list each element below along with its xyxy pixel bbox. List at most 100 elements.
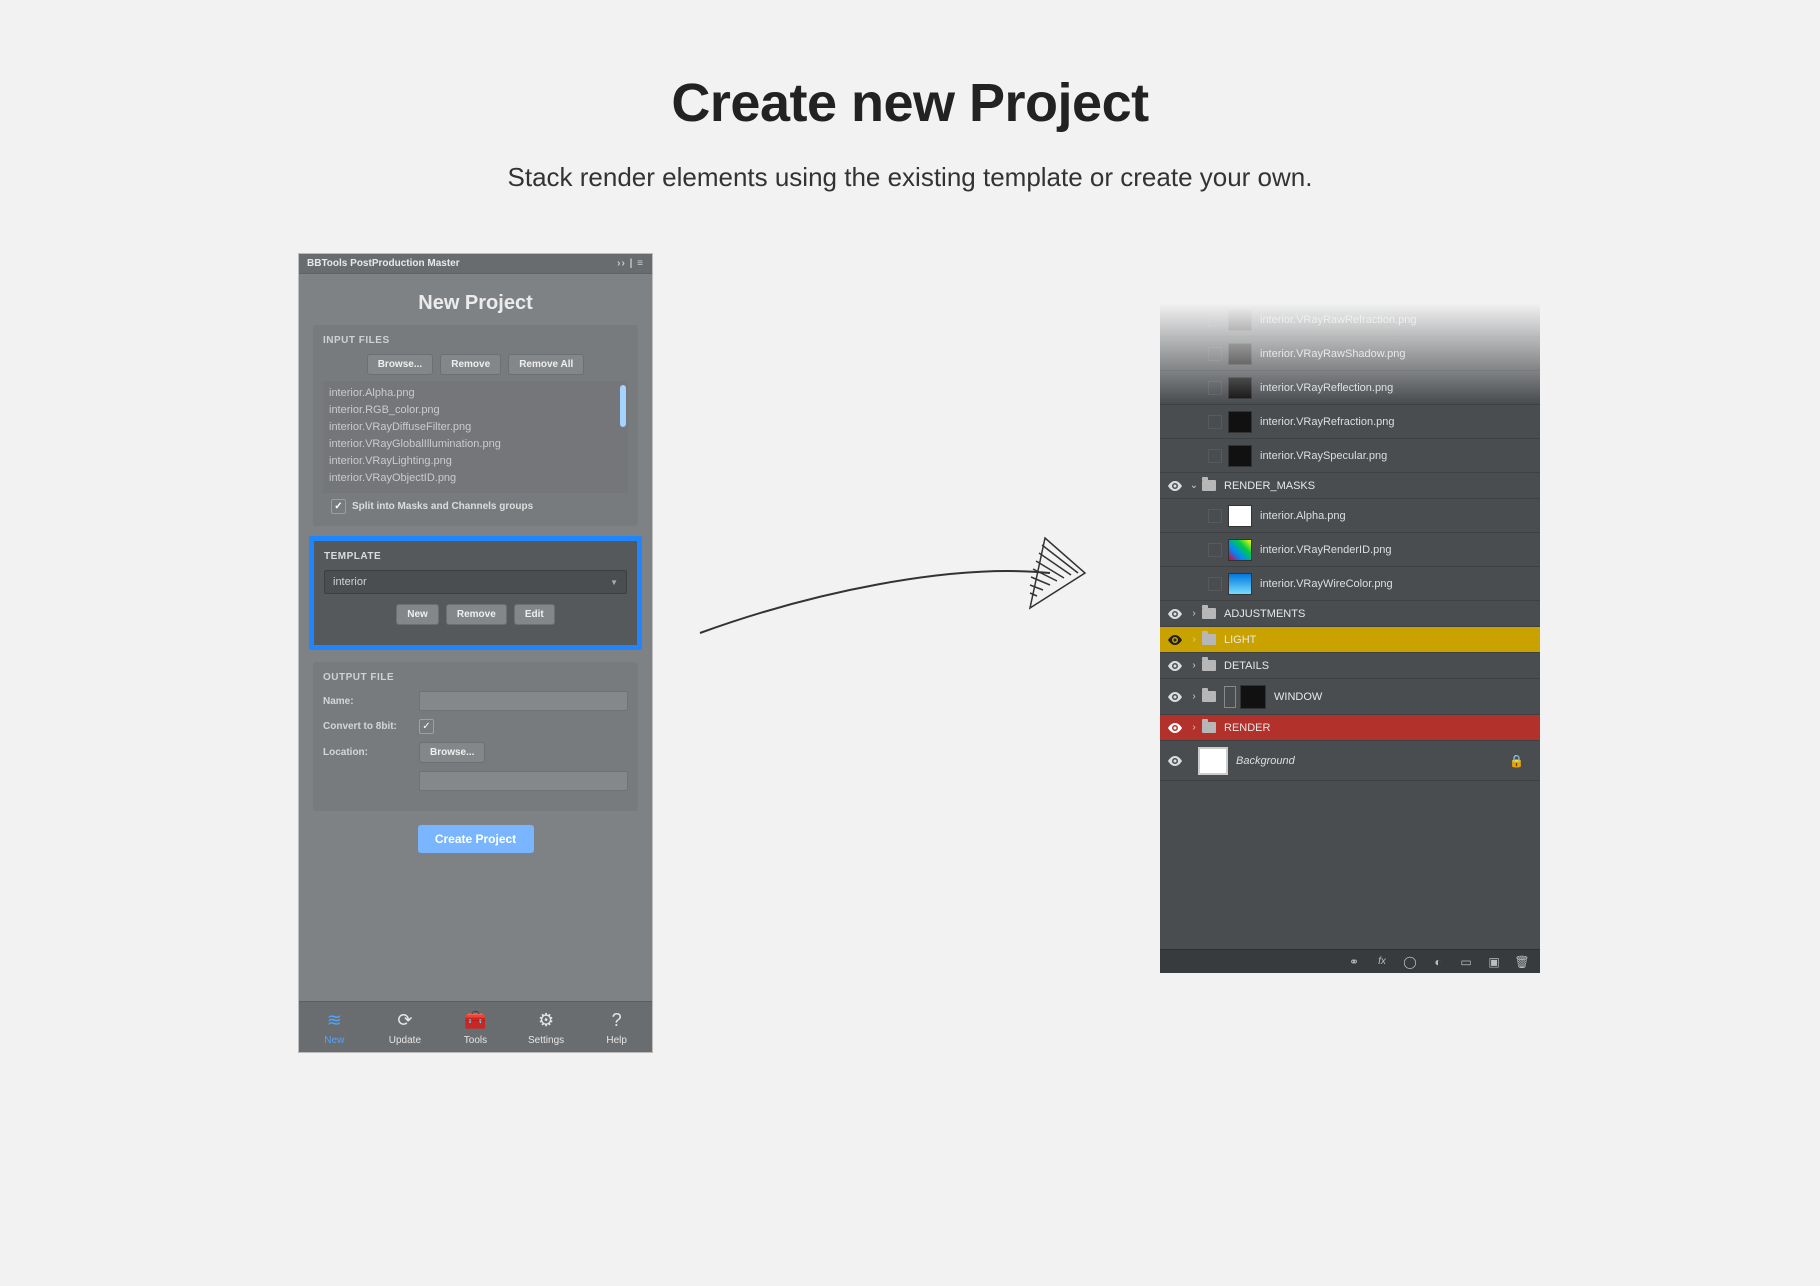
layer-checkbox[interactable]	[1208, 543, 1222, 557]
expand-icon[interactable]: ›	[1188, 660, 1200, 671]
folder-icon	[1202, 691, 1216, 702]
folder-icon	[1202, 660, 1216, 671]
nav-help[interactable]: ? Help	[581, 1010, 652, 1046]
group-row-render-masks[interactable]: ⌄ RENDER_MASKS	[1160, 473, 1540, 499]
file-item[interactable]: interior.VRayDiffuseFilter.png	[329, 419, 622, 436]
nav-tools[interactable]: 🧰 Tools	[440, 1010, 511, 1046]
layer-name: Background	[1236, 755, 1295, 767]
layer-name: interior.VRayWireColor.png	[1260, 578, 1393, 590]
expand-icon[interactable]: ›	[1188, 634, 1200, 645]
arrow-illustration	[690, 533, 1110, 653]
template-label: TEMPLATE	[324, 551, 627, 562]
layer-thumbnail	[1228, 505, 1252, 527]
group-icon[interactable]: ▭	[1458, 954, 1474, 970]
file-item[interactable]: interior.VRayObjectID.png	[329, 470, 622, 487]
browse-button[interactable]: Browse...	[367, 354, 433, 375]
background-layer-row[interactable]: Background 🔒	[1160, 741, 1540, 781]
input-files-label: INPUT FILES	[323, 335, 628, 346]
layer-name: interior.VRayRawShadow.png	[1260, 348, 1406, 360]
expand-icon[interactable]: ›	[1188, 608, 1200, 619]
expand-icon[interactable]: ⌄	[1188, 480, 1200, 491]
layer-checkbox[interactable]	[1208, 577, 1222, 591]
nav-new[interactable]: ≋ New	[299, 1010, 370, 1046]
output-browse-button[interactable]: Browse...	[419, 742, 485, 763]
template-new-button[interactable]: New	[396, 604, 439, 625]
fx-icon[interactable]: fx	[1374, 954, 1390, 970]
visibility-eye-icon[interactable]	[1166, 631, 1184, 649]
visibility-eye-icon[interactable]	[1166, 688, 1184, 706]
output-name-input[interactable]	[419, 691, 628, 711]
layer-row[interactable]: interior.VRayWireColor.png	[1160, 567, 1540, 601]
expand-icon[interactable]: ›	[1188, 691, 1200, 702]
layer-thumbnail	[1198, 747, 1228, 775]
output-convert-label: Convert to 8bit:	[323, 721, 419, 732]
scrollbar-thumb[interactable]	[620, 385, 626, 427]
panel-header: BBTools PostProduction Master ›› | ≡	[299, 254, 652, 274]
layer-row[interactable]: interior.Alpha.png	[1160, 499, 1540, 533]
layer-checkbox[interactable]	[1208, 449, 1222, 463]
group-row-render[interactable]: › RENDER	[1160, 715, 1540, 741]
layer-name: interior.VRayRawRefraction.png	[1260, 314, 1417, 326]
group-name: RENDER	[1224, 722, 1270, 734]
layer-row[interactable]: interior.VRaySpecular.png	[1160, 439, 1540, 473]
link-layers-icon[interactable]: ⚭	[1346, 954, 1362, 970]
output-section: OUTPUT FILE Name: Convert to 8bit: ✓ Loc…	[313, 662, 638, 811]
template-edit-button[interactable]: Edit	[514, 604, 555, 625]
layer-row[interactable]: interior.VRayReflection.png	[1160, 371, 1540, 405]
group-row-adjustments[interactable]: › ADJUSTMENTS	[1160, 601, 1540, 627]
layer-checkbox[interactable]	[1208, 347, 1222, 361]
output-name-label: Name:	[323, 696, 419, 707]
panel-title: New Project	[299, 274, 652, 325]
panel-collapse-icon[interactable]: ›› | ≡	[617, 258, 644, 269]
adjustment-icon[interactable]: ◐	[1430, 954, 1446, 970]
layer-row[interactable]: interior.VRayRefraction.png	[1160, 405, 1540, 439]
expand-icon[interactable]: ›	[1188, 722, 1200, 733]
create-project-button[interactable]: Create Project	[418, 825, 534, 853]
new-layer-icon[interactable]: ▣	[1486, 954, 1502, 970]
template-remove-button[interactable]: Remove	[446, 604, 507, 625]
visibility-eye-icon[interactable]	[1166, 657, 1184, 675]
split-checkbox[interactable]: ✓	[331, 499, 346, 514]
remove-button[interactable]: Remove	[440, 354, 501, 375]
visibility-eye-icon[interactable]	[1166, 605, 1184, 623]
file-item[interactable]: interior.RGB_color.png	[329, 402, 622, 419]
visibility-eye-icon[interactable]	[1166, 477, 1184, 495]
toolbox-icon: 🧰	[440, 1010, 511, 1031]
input-files-list[interactable]: interior.Alpha.png interior.RGB_color.pn…	[323, 381, 628, 493]
lock-icon[interactable]: 🔒	[1509, 754, 1524, 768]
convert-8bit-checkbox[interactable]: ✓	[419, 719, 434, 734]
layer-checkbox[interactable]	[1208, 313, 1222, 327]
file-item[interactable]: interior.Alpha.png	[329, 385, 622, 402]
group-row-details[interactable]: › DETAILS	[1160, 653, 1540, 679]
file-item[interactable]: interior.VRayLighting.png	[329, 453, 622, 470]
output-location-field[interactable]	[419, 771, 628, 791]
visibility-eye-icon[interactable]	[1166, 719, 1184, 737]
layer-checkbox[interactable]	[1208, 415, 1222, 429]
layer-row[interactable]: interior.VRayRawRefraction.png	[1160, 303, 1540, 337]
group-row-window[interactable]: › WINDOW	[1160, 679, 1540, 715]
layer-row[interactable]: interior.VRayRawShadow.png	[1160, 337, 1540, 371]
file-item[interactable]: interior.VRayGlobalIllumination.png	[329, 436, 622, 453]
mask-thumbnail	[1240, 685, 1266, 709]
layer-name: interior.VRaySpecular.png	[1260, 450, 1387, 462]
template-select[interactable]: interior ▼	[324, 570, 627, 594]
layer-thumbnail	[1228, 411, 1252, 433]
mask-icon[interactable]: ◯	[1402, 954, 1418, 970]
chevron-down-icon: ▼	[610, 578, 618, 587]
nav-settings[interactable]: ⚙ Settings	[511, 1010, 582, 1046]
output-file-label: OUTPUT FILE	[323, 672, 628, 683]
nav-update[interactable]: ⟳ Update	[370, 1010, 441, 1046]
layer-thumbnail	[1228, 377, 1252, 399]
layer-row[interactable]: interior.VRayRenderID.png	[1160, 533, 1540, 567]
layer-checkbox[interactable]	[1208, 381, 1222, 395]
folder-icon	[1202, 480, 1216, 491]
photoshop-layers-panel: interior.VRayRawRefraction.png interior.…	[1160, 303, 1540, 973]
group-row-light[interactable]: › LIGHT	[1160, 627, 1540, 653]
trash-icon[interactable]: 🗑	[1514, 954, 1530, 970]
visibility-eye-icon[interactable]	[1166, 752, 1184, 770]
layer-checkbox[interactable]	[1208, 509, 1222, 523]
template-selected: interior	[333, 576, 367, 588]
help-icon: ?	[581, 1010, 652, 1031]
group-name: RENDER_MASKS	[1224, 480, 1315, 492]
remove-all-button[interactable]: Remove All	[508, 354, 584, 375]
